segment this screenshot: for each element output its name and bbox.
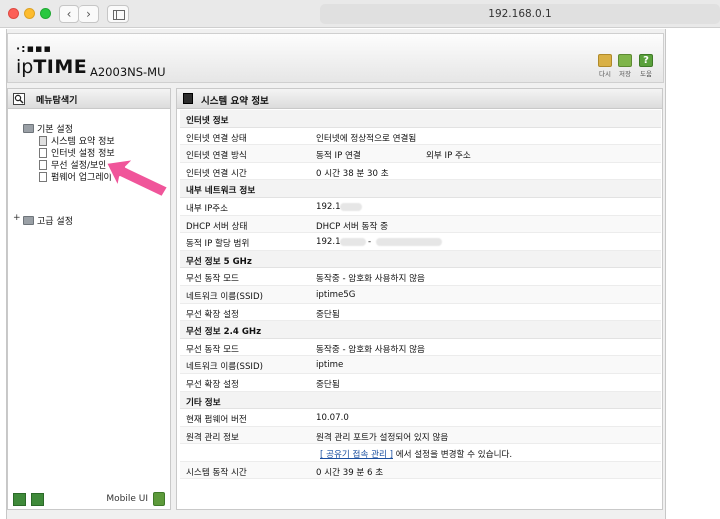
menu-explorer-panel: 메뉴탐색기 기본 설정 시스템 요약 정보 인터넷 설정 정보 무선 설정/보안… xyxy=(7,88,171,510)
refresh-icon xyxy=(598,54,612,67)
table-row: 네트워크 이름(SSID) iptime5G xyxy=(180,285,661,304)
page-icon xyxy=(39,148,47,158)
forward-button[interactable]: › xyxy=(79,5,99,23)
table-row: 인터넷 연결 상태 인터넷에 정상적으로 연결됨 xyxy=(180,128,661,146)
help-button[interactable]: ? 도움 xyxy=(638,54,654,78)
browser-toolbar: ‹ › 192.168.0.1 xyxy=(0,0,720,28)
save-label: 저장 xyxy=(619,70,631,78)
expand-plus-icon[interactable]: + xyxy=(13,213,21,223)
table-row: 동적 IP 할당 범위 192.1- xyxy=(180,233,661,251)
magnifier-icon xyxy=(13,93,25,105)
menu-explorer-header: 메뉴탐색기 xyxy=(8,89,170,109)
close-window-button[interactable] xyxy=(8,8,19,19)
refresh-label: 다시 xyxy=(599,70,611,78)
table-row: 무선 동작 모드 동작중 - 암호화 사용하지 않음 xyxy=(180,268,661,286)
minimize-window-button[interactable] xyxy=(24,8,35,19)
redacted-ip xyxy=(376,238,442,247)
table-row: 원격 관리 정보 원격 관리 포트가 설정되어 있지 않음 xyxy=(180,426,661,445)
back-button[interactable]: ‹ xyxy=(59,5,79,23)
chevron-left-icon: ‹ xyxy=(66,7,72,21)
mobile-ui-label[interactable]: Mobile UI xyxy=(106,494,148,504)
home-icon[interactable] xyxy=(13,493,26,506)
address-bar[interactable]: 192.168.0.1 xyxy=(320,4,720,24)
menu-explorer-title: 메뉴탐색기 xyxy=(36,96,78,106)
zoom-window-button[interactable] xyxy=(40,8,51,19)
page-icon xyxy=(39,160,47,170)
section-internet: 인터넷 정보 xyxy=(180,110,661,128)
remote-management-link[interactable]: [ 공유기 접속 관리 ] xyxy=(320,450,393,460)
logo-ip: ip xyxy=(16,56,34,78)
menu-explorer-footer: Mobile UI xyxy=(8,489,170,509)
summary-table: 인터넷 정보 인터넷 연결 상태 인터넷에 정상적으로 연결됨 인터넷 연결 방식… xyxy=(180,110,661,480)
tree-group-advanced[interactable]: 고급 설정 xyxy=(23,214,73,227)
sidebar-item-label: 펌웨어 업그레이 xyxy=(51,173,112,183)
sidebar-toggle-button[interactable] xyxy=(107,5,129,23)
refresh-button[interactable]: 다시 xyxy=(597,54,613,78)
table-row: 시스템 동작 시간 0 시간 39 분 6 초 xyxy=(180,461,661,480)
help-label: 도움 xyxy=(640,70,652,78)
iptime-logo: ipTIME xyxy=(16,56,87,78)
redacted-ip xyxy=(340,238,366,247)
table-row: 인터넷 연결 시간 0 시간 38 분 30 초 xyxy=(180,163,661,181)
help-icon: ? xyxy=(639,54,653,67)
table-row: 내부 IP주소 192.1 xyxy=(180,198,661,216)
table-row: 무선 동작 모드 동작중 - 암호화 사용하지 않음 xyxy=(180,339,661,357)
folder-icon xyxy=(23,216,34,225)
table-row: 무선 확장 설정 중단됨 xyxy=(180,304,661,322)
save-icon xyxy=(618,54,632,67)
folder-icon xyxy=(23,124,34,133)
table-row: 현재 펌웨어 버전 10.07.0 xyxy=(180,409,661,427)
external-ip-label: 외부 IP 주소 xyxy=(426,151,471,162)
redacted-ip xyxy=(340,202,362,211)
sidebar-item-firmware-upgrade[interactable]: 펌웨어 업그레이 xyxy=(39,170,112,183)
section-etc: 기타 정보 xyxy=(180,391,661,410)
section-wifi-5ghz: 무선 정보 5 GHz xyxy=(180,250,661,269)
table-row: 네트워크 이름(SSID) iptime xyxy=(180,356,661,374)
logo-dots: ·:▪▪▪ xyxy=(16,42,52,55)
logout-icon[interactable] xyxy=(31,493,44,506)
model-name: A2003NS-MU xyxy=(90,65,166,79)
chevron-right-icon: › xyxy=(86,7,91,21)
table-row: [ 공유기 접속 관리 ] 에서 설정을 변경할 수 있습니다. xyxy=(180,444,661,462)
tree-group-advanced-label: 고급 설정 xyxy=(37,217,73,227)
system-summary-panel: 시스템 요약 정보 인터넷 정보 인터넷 연결 상태 인터넷에 정상적으로 연결됨… xyxy=(176,88,663,510)
table-row: 무선 확장 설정 중단됨 xyxy=(180,374,661,392)
save-button[interactable]: 저장 xyxy=(617,54,633,78)
table-row: 인터넷 연결 방식 동적 IP 연결 외부 IP 주소 xyxy=(180,145,661,163)
page-title: 시스템 요약 정보 xyxy=(201,96,269,107)
router-header: ·:▪▪▪ ipTIME A2003NS-MU 다시 저장 ? 도움 xyxy=(7,33,664,83)
section-wifi-24ghz: 무선 정보 2.4 GHz xyxy=(180,321,661,339)
page-icon xyxy=(39,136,47,146)
page-icon xyxy=(39,172,47,182)
system-summary-header: 시스템 요약 정보 xyxy=(177,89,662,109)
mobile-phone-icon[interactable] xyxy=(153,492,165,506)
pink-arrow-annotation xyxy=(105,158,169,198)
panel-icon xyxy=(183,93,193,104)
table-row: DHCP 서버 상태 DHCP 서버 동작 중 xyxy=(180,215,661,234)
logo-time: TIME xyxy=(33,56,88,78)
section-lan: 내부 네트워크 정보 xyxy=(180,180,661,198)
